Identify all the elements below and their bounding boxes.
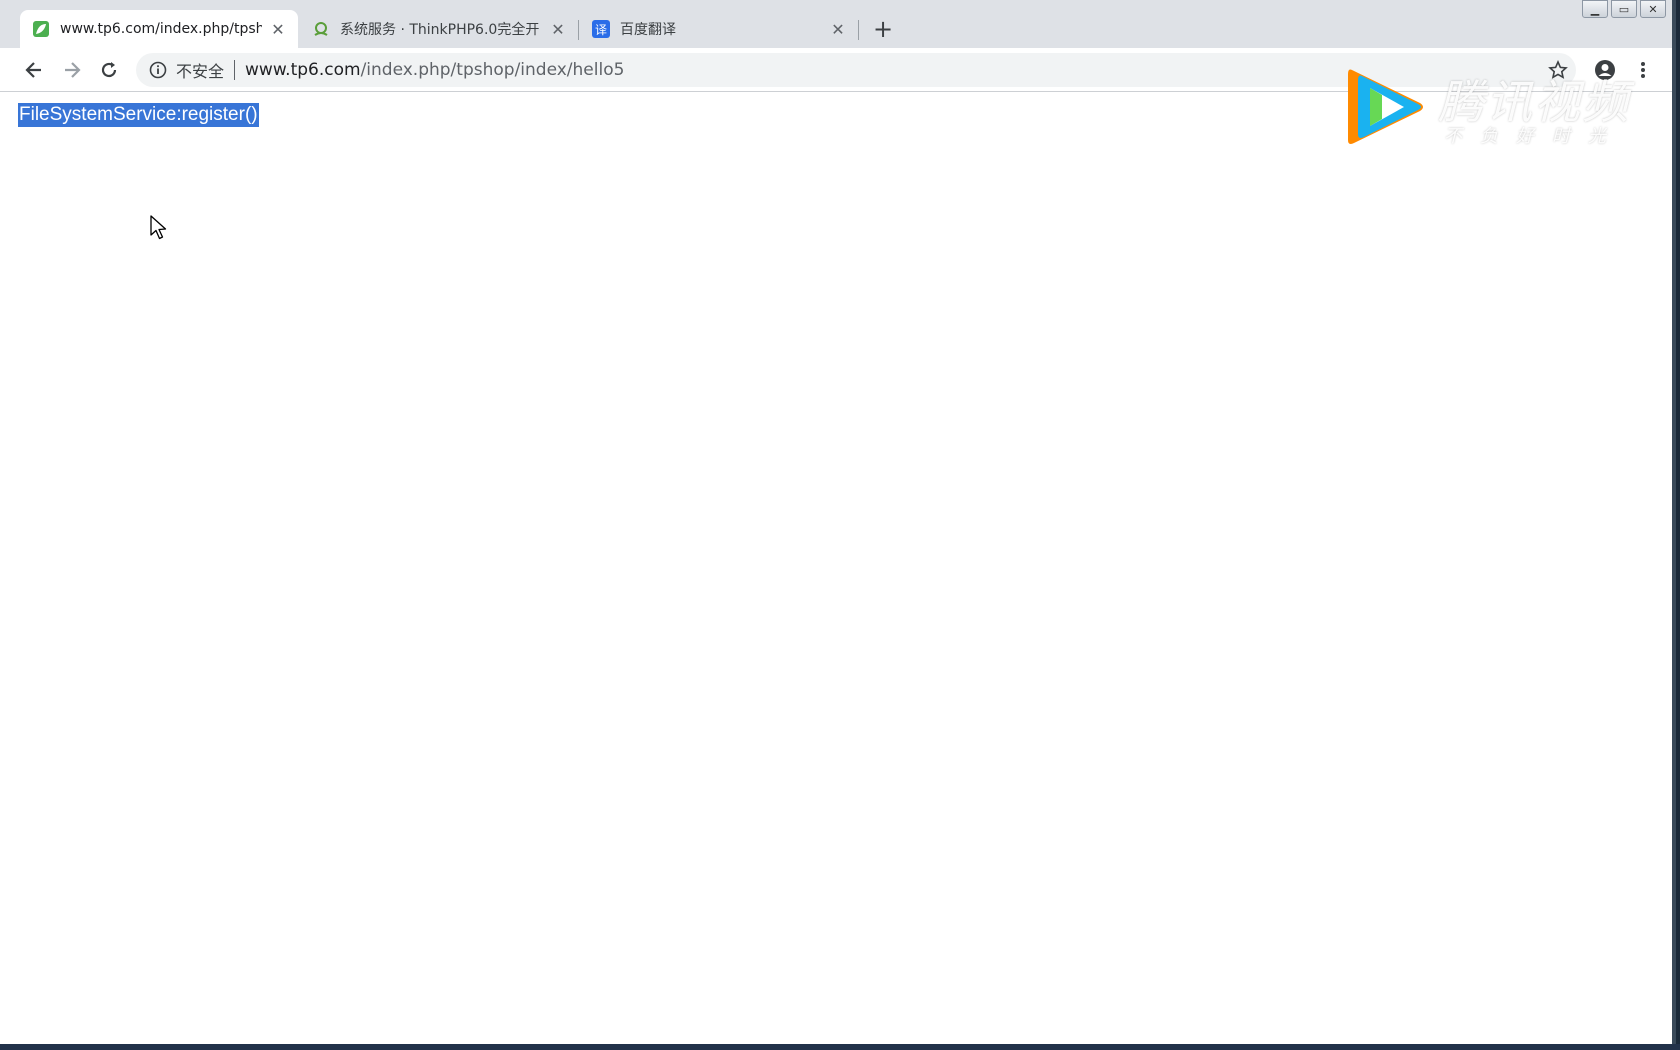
close-icon[interactable]: ✕ xyxy=(548,19,568,39)
address-divider xyxy=(234,60,236,80)
tab-baidu-translate[interactable]: 译 百度翻译 ✕ xyxy=(580,10,858,48)
window-controls: ▁ ▭ ✕ xyxy=(1579,0,1666,18)
close-window-button[interactable]: ✕ xyxy=(1640,0,1666,18)
tab-thinkphp-docs[interactable]: 系统服务 · ThinkPHP6.0完全开 ✕ xyxy=(300,10,578,48)
new-tab-button[interactable]: + xyxy=(870,15,896,43)
play-logo-icon xyxy=(1348,69,1423,144)
tab-title: 百度翻译 xyxy=(620,22,676,38)
tab-title: 系统服务 · ThinkPHP6.0完全开 xyxy=(340,22,540,38)
watermark-slogan: 不负好时光 xyxy=(1444,126,1624,147)
tencent-video-watermark: 腾讯视频 不负好时光 xyxy=(1340,62,1640,152)
mouse-cursor-icon xyxy=(150,215,167,240)
page-content: FileSystemService:register() xyxy=(0,93,1672,1044)
close-icon[interactable]: ✕ xyxy=(268,19,288,39)
arrow-right-icon xyxy=(65,62,81,78)
close-icon[interactable]: ✕ xyxy=(828,19,848,39)
tab-separator xyxy=(858,20,859,40)
forward-button[interactable] xyxy=(58,56,86,84)
arrow-left-icon xyxy=(25,62,41,78)
browser-window: www.tp6.com/index.php/tpshc ✕ 系统服务 · Thi… xyxy=(0,0,1676,1044)
maximize-button[interactable]: ▭ xyxy=(1611,0,1637,18)
url-text[interactable]: www.tp6.com/index.php/tpshop/index/hello… xyxy=(245,60,624,80)
selected-output-text[interactable]: FileSystemService:register() xyxy=(18,103,259,127)
more-vertical-icon xyxy=(1641,62,1645,78)
translate-icon: 译 xyxy=(592,20,610,38)
tab-strip: www.tp6.com/index.php/tpshc ✕ 系统服务 · Thi… xyxy=(0,0,1672,48)
url-path: /index.php/tpshop/index/hello5 xyxy=(360,60,625,80)
info-icon[interactable] xyxy=(148,60,168,80)
reload-icon xyxy=(101,62,117,78)
security-status[interactable]: 不安全 xyxy=(176,58,224,82)
back-button[interactable] xyxy=(20,56,48,84)
taskbar-edge xyxy=(0,1044,1680,1050)
reload-button[interactable] xyxy=(95,56,123,84)
thinkphp-icon xyxy=(312,20,330,38)
url-host: www.tp6.com xyxy=(245,60,361,80)
svg-text:译: 译 xyxy=(595,23,607,37)
minimize-button[interactable]: ▁ xyxy=(1582,0,1608,18)
leaf-icon xyxy=(32,20,50,38)
tab-tp6[interactable]: www.tp6.com/index.php/tpshc ✕ xyxy=(20,10,298,48)
tab-separator xyxy=(578,20,579,40)
tab-title: www.tp6.com/index.php/tpshc xyxy=(60,21,262,37)
